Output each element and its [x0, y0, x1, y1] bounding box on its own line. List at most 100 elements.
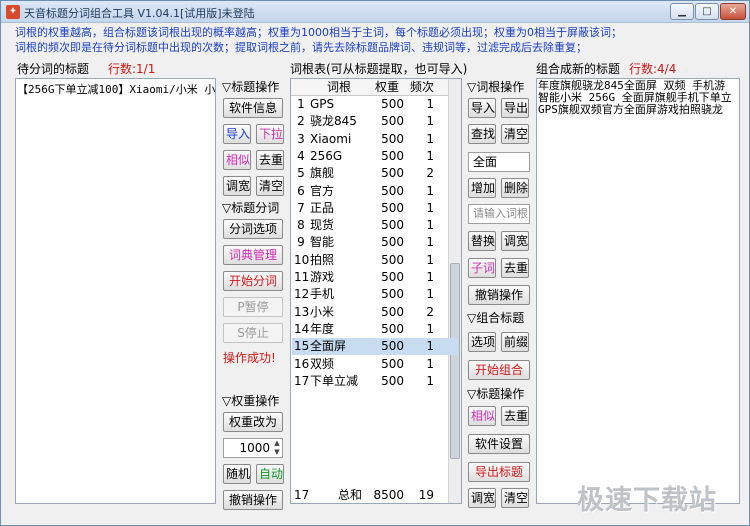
row-freq: 1	[426, 114, 434, 129]
widen-titles-button[interactable]: 调宽	[223, 176, 251, 196]
root-entry-input[interactable]: 请输入词根	[468, 204, 530, 224]
combined-line-count: 行数:4/4	[629, 62, 677, 76]
combined-titles-list: 年度旗舰骁龙845全面屏 双频 手机游 智能小米 256G 全面屏旗舰手机下单立…	[538, 80, 732, 116]
row-root: 官方	[310, 183, 335, 198]
minimize-icon[interactable]: ▁	[670, 3, 694, 20]
table-row[interactable]: 17 下单立减 500 1	[292, 373, 458, 390]
clear-roots-button[interactable]: 清空	[501, 124, 529, 144]
root-ops-header: ▽词根操作	[467, 80, 525, 94]
row-freq: 1	[426, 252, 434, 267]
row-weight: 500	[381, 97, 404, 111]
import-titles-button[interactable]: 导入	[223, 124, 251, 144]
row-number: 13	[294, 304, 310, 319]
pause-split-button[interactable]: P暂停	[223, 297, 283, 317]
app-window: ✦ 天音标题分词组合工具 V1.04.1[试用版]未登陆 ▁ □ ✕ 词根的权重…	[0, 0, 750, 526]
dedupe-roots-button[interactable]: 去重	[501, 258, 529, 278]
dictionary-manage-button[interactable]: 词典管理	[223, 245, 283, 265]
row-freq: 1	[426, 270, 434, 284]
row-root: 手机	[310, 287, 335, 302]
row-freq: 1	[426, 321, 434, 336]
undo-root-button[interactable]: 撤销操作	[468, 285, 530, 305]
table-row[interactable]: 15 全面屏 500 1	[292, 338, 458, 356]
dropdown-titles-button[interactable]: 下拉	[256, 124, 284, 144]
root-search-input[interactable]: 全面	[468, 152, 530, 172]
source-titles-textarea[interactable]: 【256G下单立减100】Xiaomi/小米 小	[15, 78, 216, 504]
import-roots-button[interactable]: 导入	[468, 98, 496, 118]
row-freq: 1	[426, 183, 434, 198]
dedupe-titles-button[interactable]: 去重	[256, 150, 284, 170]
table-row[interactable]: 6 官方 500 1	[292, 183, 458, 200]
row-root: 双频	[310, 356, 335, 371]
row-root: Xiaomi	[310, 131, 352, 146]
random-weight-button[interactable]: 随机	[223, 464, 251, 484]
close-icon[interactable]: ✕	[720, 3, 746, 20]
start-combine-button[interactable]: 开始组合	[468, 360, 530, 380]
table-row[interactable]: 14 年度 500 1	[292, 321, 458, 338]
row-number: 10	[294, 252, 310, 267]
row-root: 下单立减	[310, 373, 359, 388]
row-root: 年度	[310, 321, 335, 336]
start-split-button[interactable]: 开始分词	[223, 271, 283, 291]
table-row[interactable]: 16 双频 500 1	[292, 356, 458, 373]
clear-titles-button[interactable]: 清空	[256, 176, 284, 196]
table-row[interactable]: 1 GPS 500 1	[292, 96, 458, 113]
col-root[interactable]: 词根	[311, 79, 367, 96]
software-info-button[interactable]: 软件信息	[223, 98, 283, 118]
row-weight: 500	[381, 321, 404, 336]
subword-button[interactable]: 子词	[468, 258, 496, 278]
root-table-header: 词根 权重 频次	[291, 79, 448, 96]
row-freq: 1	[426, 287, 434, 302]
spin-up-icon[interactable]: ▲	[272, 439, 282, 448]
table-row[interactable]: 2 骁龙845 500 1	[292, 113, 458, 130]
split-options-button[interactable]: 分词选项	[223, 219, 283, 239]
combine-ops-header: ▽组合标题	[467, 311, 525, 325]
row-number: 8	[297, 218, 305, 233]
table-row[interactable]: 10 拍照 500 1	[292, 252, 458, 269]
weight-ops-header: ▽权重操作	[222, 394, 280, 408]
widen-output-button[interactable]: 调宽	[468, 488, 496, 508]
clear-output-button[interactable]: 清空	[501, 488, 529, 508]
row-number: 4	[297, 148, 305, 163]
replace-root-button[interactable]: 替换	[468, 231, 496, 251]
table-row[interactable]: 8 现货 500 1	[292, 217, 458, 234]
table-row[interactable]: 12 手机 500 1	[292, 286, 458, 303]
auto-weight-button[interactable]: 自动	[256, 464, 284, 484]
row-number: 2	[297, 114, 305, 129]
combined-titles-label: 组合成新的标题	[536, 62, 621, 76]
prefix-button[interactable]: 前缀	[501, 332, 529, 352]
source-titles-label: 待分词的标题	[17, 62, 90, 76]
table-row[interactable]: 4 256G 500 1	[292, 148, 458, 165]
table-row[interactable]: 7 正品 500 1	[292, 200, 458, 217]
col-freq[interactable]: 频次	[407, 79, 437, 96]
similar-titles-button[interactable]: 相似	[223, 150, 251, 170]
add-root-button[interactable]: 增加	[468, 178, 496, 198]
combined-titles-textarea[interactable]: 年度旗舰骁龙845全面屏 双频 手机游 智能小米 256G 全面屏旗舰手机下单立…	[536, 78, 740, 504]
table-row[interactable]: 9 智能 500 1	[292, 234, 458, 251]
software-settings-button[interactable]: 软件设置	[468, 434, 530, 454]
table-row[interactable]: 11 游戏 500 1	[292, 269, 458, 286]
widen-roots-button[interactable]: 调宽	[501, 231, 529, 251]
export-titles-button[interactable]: 导出标题	[468, 462, 530, 482]
table-row[interactable]: 3 Xiaomi 500 1	[292, 131, 458, 148]
root-table-footer: 17 总和 8500 19	[292, 487, 458, 504]
dedupe-output-button[interactable]: 去重	[501, 406, 529, 426]
change-weight-button[interactable]: 权重改为	[223, 412, 283, 432]
table-row[interactable]: 5 旗舰 500 2	[292, 165, 458, 182]
find-root-button[interactable]: 查找	[468, 124, 496, 144]
export-roots-button[interactable]: 导出	[501, 98, 529, 118]
row-root: 256G	[310, 148, 343, 163]
undo-weight-button[interactable]: 撤销操作	[223, 490, 283, 510]
similar-output-button[interactable]: 相似	[468, 406, 496, 426]
title-ops-header: ▽标题操作	[222, 80, 280, 94]
row-number: 11	[294, 270, 310, 284]
table-row[interactable]: 13 小米 500 2	[292, 304, 458, 321]
stop-split-button[interactable]: S停止	[223, 323, 283, 343]
row-number: 3	[297, 131, 305, 146]
row-freq: 1	[426, 97, 434, 111]
col-weight[interactable]: 权重	[367, 79, 407, 96]
combine-options-button[interactable]: 选项	[468, 332, 496, 352]
row-weight: 500	[381, 304, 404, 319]
maximize-icon[interactable]: □	[695, 3, 719, 20]
delete-root-button[interactable]: 删除	[501, 178, 529, 198]
spin-down-icon[interactable]: ▼	[272, 448, 282, 457]
